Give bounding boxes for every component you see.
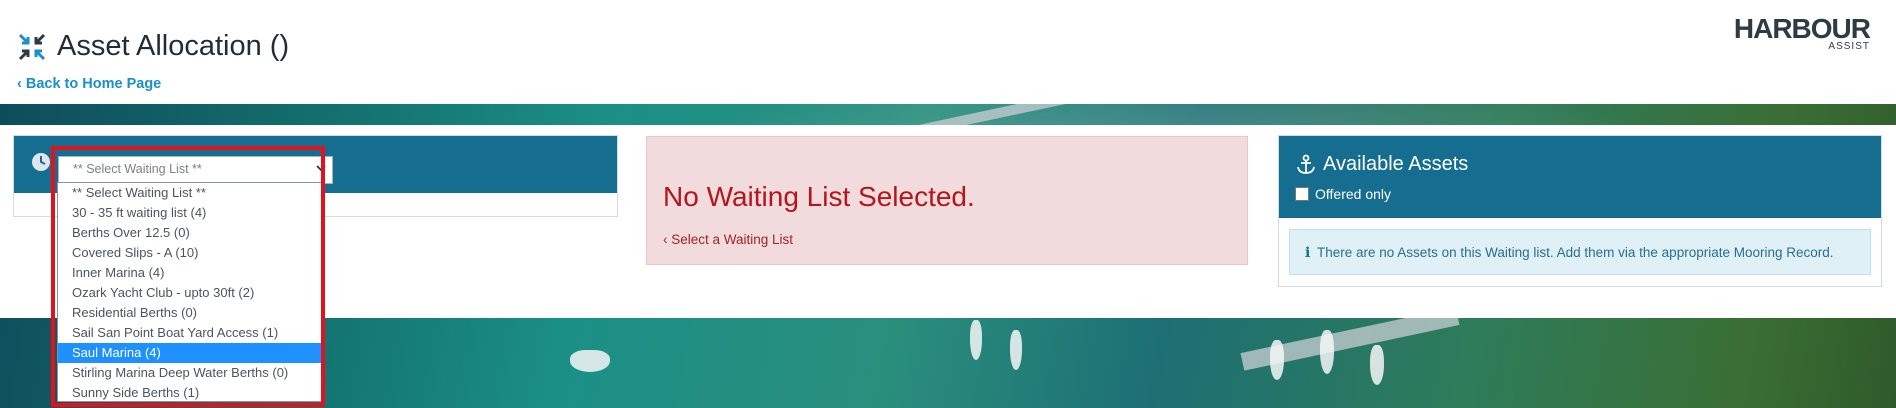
dropdown-option[interactable]: ** Select Waiting List ** — [58, 183, 321, 203]
chevron-left-icon: ‹ — [17, 76, 26, 92]
no-assets-info-box: i There are no Assets on this Waiting li… — [1289, 229, 1871, 275]
alert-link-label: Select a Waiting List — [671, 232, 794, 247]
background-boat — [1370, 345, 1384, 385]
available-assets-title: Available Assets — [1323, 153, 1469, 175]
dropdown-option[interactable]: Sunny Side Berths (1) — [58, 383, 321, 401]
offered-only-checkbox[interactable] — [1295, 187, 1309, 201]
info-icon: i — [1305, 245, 1311, 261]
anchor-icon — [1297, 154, 1315, 174]
waiting-list-dropdown: ** Select Waiting List ** 30 - 35 ft wai… — [57, 182, 322, 402]
background-boat — [1270, 340, 1284, 380]
chevron-down-icon — [316, 165, 326, 172]
offered-only-row: Offered only — [1295, 186, 1391, 202]
dropdown-option[interactable]: Ozark Yacht Club - upto 30ft (2) — [58, 283, 321, 303]
offered-only-label: Offered only — [1315, 186, 1392, 202]
no-assets-info-text: There are no Assets on this Waiting list… — [1317, 245, 1834, 260]
title-row: Asset Allocation () — [17, 30, 289, 63]
dropdown-option[interactable]: Sail San Point Boat Yard Access (1) — [58, 323, 321, 343]
dropdown-option[interactable]: Covered Slips - A (10) — [58, 243, 321, 263]
dropdown-option[interactable]: Berths Over 12.5 (0) — [58, 223, 321, 243]
harbour-assist-logo: HARBOUR ASSIST — [1733, 13, 1871, 52]
alert-title: No Waiting List Selected. — [663, 181, 975, 212]
dropdown-option[interactable]: 30 - 35 ft waiting list (4) — [58, 203, 321, 223]
back-link-label: Back to Home Page — [25, 76, 162, 92]
background-boat — [570, 350, 610, 372]
clock-icon — [32, 153, 50, 171]
chevron-left-icon: ‹ — [663, 232, 672, 247]
dropdown-option-highlighted[interactable]: Saul Marina (4) — [58, 343, 321, 363]
page-header: Asset Allocation () ‹ Back to Home Page … — [0, 0, 1896, 104]
background-boat — [1320, 330, 1334, 374]
waiting-list-select-value: ** Select Waiting List ** — [73, 162, 202, 176]
background-boat — [970, 320, 982, 360]
dropdown-option[interactable]: Inner Marina (4) — [58, 263, 321, 283]
compress-arrows-icon — [18, 33, 46, 60]
dropdown-option[interactable]: Stirling Marina Deep Water Berths (0) — [58, 363, 321, 383]
page-title: Asset Allocation () — [57, 30, 290, 62]
waiting-list-select[interactable]: ** Select Waiting List ** — [58, 156, 333, 184]
dropdown-option[interactable]: Residential Berths (0) — [58, 303, 321, 323]
no-waiting-list-alert: No Waiting List Selected. ‹ Select a Wai… — [646, 136, 1248, 265]
logo-main-text: HARBOUR — [1733, 13, 1871, 44]
back-to-home-link[interactable]: ‹ Back to Home Page — [17, 76, 161, 92]
available-assets-header: Available Assets Offered only — [1279, 136, 1881, 218]
available-assets-panel: Available Assets Offered only i There ar… — [1278, 135, 1882, 287]
select-waiting-list-link[interactable]: ‹ Select a Waiting List — [663, 232, 793, 247]
background-boat — [1010, 330, 1022, 370]
